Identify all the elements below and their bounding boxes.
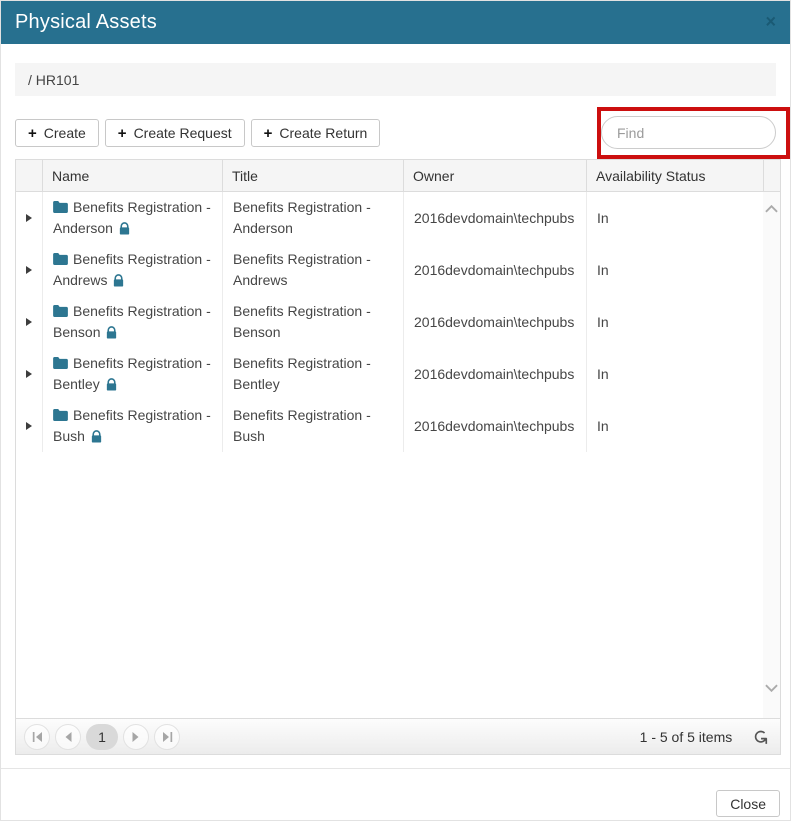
modal-header: Physical Assets ×: [1, 1, 790, 44]
folder-icon: [53, 409, 68, 421]
asset-status-cell: In: [586, 296, 763, 348]
expand-arrow-icon[interactable]: [26, 318, 32, 326]
asset-name: Benefits Registration - Anderson: [53, 199, 211, 236]
column-header-owner[interactable]: Owner: [403, 160, 586, 191]
asset-owner-cell: 2016devdomain\techpubs: [403, 296, 586, 348]
column-header-name[interactable]: Name: [42, 160, 222, 191]
next-icon: [132, 732, 140, 742]
seek-last-icon: [162, 732, 173, 742]
expand-arrow-icon[interactable]: [26, 422, 32, 430]
previous-icon: [64, 732, 72, 742]
asset-title-cell: Benefits Registration - Bentley: [222, 348, 403, 400]
asset-owner-cell: 2016devdomain\techpubs: [403, 400, 586, 452]
pager: 1 1 - 5 of 5 items ↻: [16, 718, 780, 754]
folder-icon: [53, 201, 68, 213]
close-icon[interactable]: ×: [765, 12, 776, 30]
expand-arrow-icon[interactable]: [26, 370, 32, 378]
breadcrumb: / HR101: [15, 63, 776, 96]
create-request-button-label: Create Request: [134, 125, 232, 141]
asset-status-cell: In: [586, 400, 763, 452]
asset-name: Benefits Registration - Bentley: [53, 355, 211, 392]
create-request-button[interactable]: + Create Request: [105, 119, 245, 147]
assets-grid: Name Title Owner Availability Status Ben…: [15, 159, 781, 755]
table-row[interactable]: Benefits Registration - Bush Benefits Re…: [16, 400, 763, 452]
asset-name-cell[interactable]: Benefits Registration - Andrews: [42, 244, 222, 296]
expand-arrow-icon[interactable]: [26, 214, 32, 222]
asset-name-cell[interactable]: Benefits Registration - Benson: [42, 296, 222, 348]
scroll-up-icon[interactable]: [765, 205, 778, 213]
physical-assets-modal: { "modal": { "title": "Physical Assets" …: [0, 0, 791, 821]
asset-owner-cell: 2016devdomain\techpubs: [403, 244, 586, 296]
asset-owner-cell: 2016devdomain\techpubs: [403, 348, 586, 400]
seek-first-icon: [32, 732, 43, 742]
items-count-info: 1 - 5 of 5 items: [640, 729, 733, 745]
create-return-button-label: Create Return: [279, 125, 367, 141]
asset-title-cell: Benefits Registration - Bush: [222, 400, 403, 452]
table-row[interactable]: Benefits Registration - Anderson Benefit…: [16, 192, 763, 244]
table-row[interactable]: Benefits Registration - Andrews Benefits…: [16, 244, 763, 296]
breadcrumb-path[interactable]: / HR101: [28, 72, 79, 88]
asset-status-cell: In: [586, 244, 763, 296]
asset-name-cell[interactable]: Benefits Registration - Anderson: [42, 192, 222, 244]
create-button[interactable]: + Create: [15, 119, 99, 147]
lock-icon: [106, 326, 117, 339]
asset-status-cell: In: [586, 348, 763, 400]
asset-title-cell: Benefits Registration - Anderson: [222, 192, 403, 244]
table-row[interactable]: Benefits Registration - Bentley Benefits…: [16, 348, 763, 400]
close-button[interactable]: Close: [716, 790, 780, 817]
asset-name-cell[interactable]: Benefits Registration - Bush: [42, 400, 222, 452]
toolbar: + Create + Create Request + Create Retur…: [15, 119, 776, 147]
asset-status-cell: In: [586, 192, 763, 244]
folder-icon: [53, 253, 68, 265]
folder-icon: [53, 357, 68, 369]
vertical-scrollbar[interactable]: [763, 192, 780, 718]
scroll-down-icon[interactable]: [765, 684, 778, 692]
plus-icon: +: [118, 126, 127, 141]
lock-icon: [113, 274, 124, 287]
lock-icon: [119, 222, 130, 235]
next-page-button[interactable]: [123, 724, 149, 750]
current-page-indicator[interactable]: 1: [86, 724, 118, 750]
first-page-button[interactable]: [24, 724, 50, 750]
refresh-icon[interactable]: ↻: [750, 728, 770, 745]
find-input[interactable]: [601, 116, 776, 149]
asset-name-cell[interactable]: Benefits Registration - Bentley: [42, 348, 222, 400]
create-return-button[interactable]: + Create Return: [251, 119, 381, 147]
plus-icon: +: [28, 126, 37, 141]
asset-name: Benefits Registration - Andrews: [53, 251, 211, 288]
grid-body: Benefits Registration - Anderson Benefit…: [16, 192, 780, 718]
column-header-scroll-spacer: [763, 160, 780, 191]
asset-title-cell: Benefits Registration - Andrews: [222, 244, 403, 296]
create-button-label: Create: [44, 125, 86, 141]
plus-icon: +: [264, 126, 273, 141]
lock-icon: [106, 378, 117, 391]
page-title: Physical Assets: [15, 11, 157, 34]
asset-name: Benefits Registration - Benson: [53, 303, 211, 340]
folder-icon: [53, 305, 68, 317]
expand-arrow-icon[interactable]: [26, 266, 32, 274]
column-header-expander: [16, 160, 42, 191]
column-header-title[interactable]: Title: [222, 160, 403, 191]
grid-header-row: Name Title Owner Availability Status: [16, 160, 780, 192]
modal-footer: Close: [1, 769, 790, 817]
lock-icon: [91, 430, 102, 443]
asset-title-cell: Benefits Registration - Benson: [222, 296, 403, 348]
asset-owner-cell: 2016devdomain\techpubs: [403, 192, 586, 244]
table-row[interactable]: Benefits Registration - Benson Benefits …: [16, 296, 763, 348]
asset-name: Benefits Registration - Bush: [53, 407, 211, 444]
column-header-availability-status[interactable]: Availability Status: [586, 160, 763, 191]
previous-page-button[interactable]: [55, 724, 81, 750]
last-page-button[interactable]: [154, 724, 180, 750]
